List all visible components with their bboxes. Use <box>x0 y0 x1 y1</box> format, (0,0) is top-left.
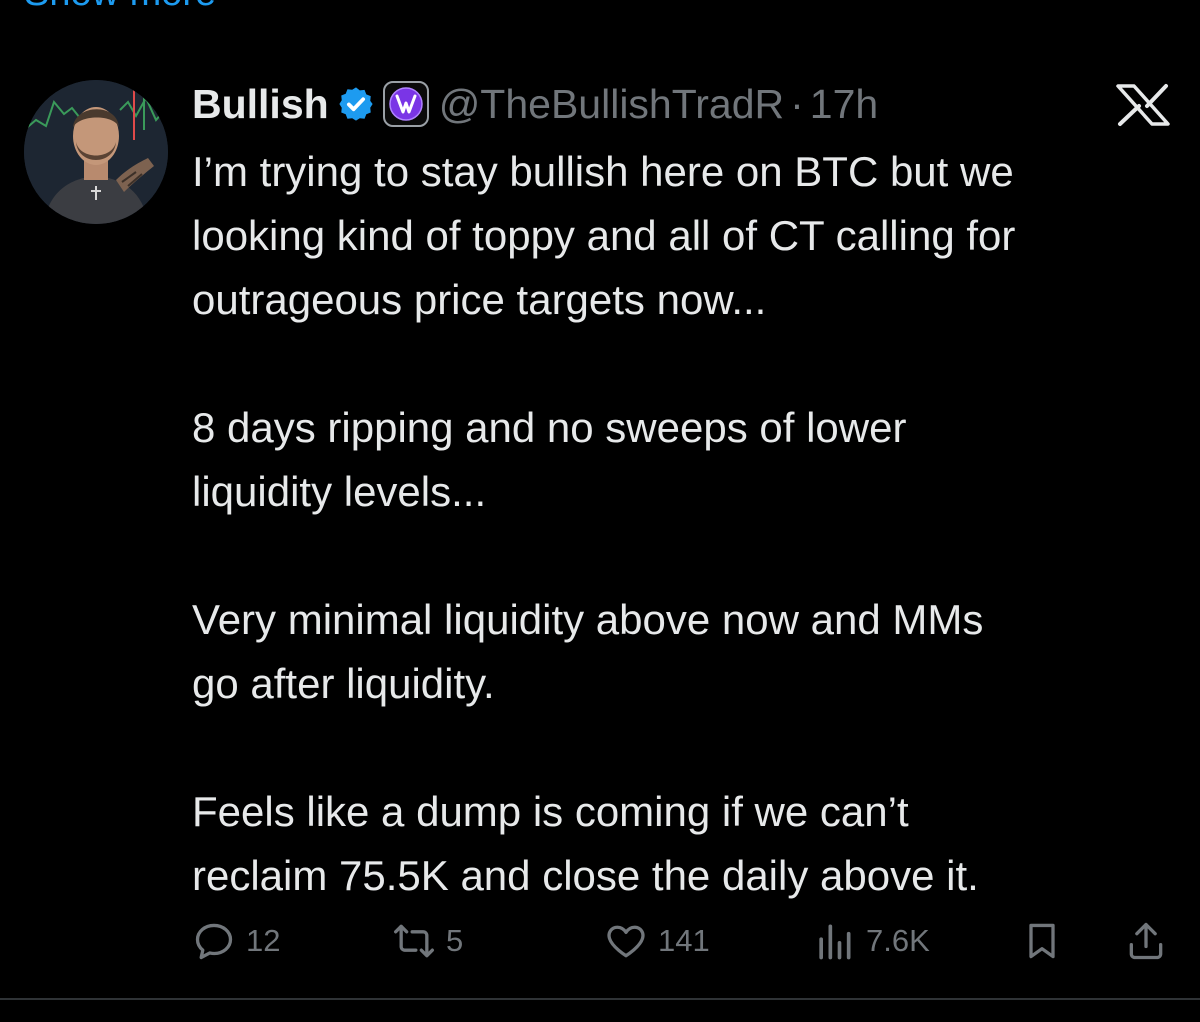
tweet-paragraph: 8 days ripping and no sweeps of lower li… <box>192 404 907 515</box>
bookmark-icon <box>1029 923 1055 959</box>
reply-icon <box>195 923 233 960</box>
tweet-paragraph: Very minimal liquidity above now and MMs… <box>192 596 984 707</box>
repost-button[interactable]: 5 <box>392 914 463 968</box>
reply-button[interactable]: 12 <box>192 914 280 968</box>
views-button[interactable]: 7.6K <box>812 914 930 968</box>
like-count: 141 <box>658 923 710 958</box>
share-button[interactable] <box>1124 914 1168 968</box>
tweet-header: Bullish @TheBullishTradR · 17h <box>192 76 878 132</box>
tweet-paragraph: I’m trying to stay bullish here on BTC b… <box>192 148 1016 323</box>
share-icon <box>1129 922 1163 960</box>
show-more-link[interactable]: Show more <box>24 0 216 12</box>
verified-badge-icon[interactable] <box>337 85 375 123</box>
views-icon <box>819 924 851 960</box>
views-count: 7.6K <box>866 923 930 958</box>
avatar[interactable] <box>24 80 168 224</box>
tweet-divider <box>0 998 1200 1000</box>
heart-icon <box>607 925 645 958</box>
tweet-text: I’m trying to stay bullish here on BTC b… <box>192 140 1182 908</box>
repost-count: 5 <box>446 923 464 958</box>
author-display-name[interactable]: Bullish <box>192 81 329 128</box>
reply-count: 12 <box>246 923 281 958</box>
bookmark-button[interactable] <box>1020 914 1064 968</box>
tweet-timestamp[interactable]: 17h <box>810 81 878 128</box>
avatar-image <box>24 80 168 224</box>
tweet-action-bar: 12 5 141 7.6K <box>192 914 1172 968</box>
meta-separator: · <box>790 80 804 127</box>
repost-icon <box>394 924 434 958</box>
tweet-paragraph: Feels like a dump is coming if we can’t … <box>192 788 979 899</box>
x-logo-icon <box>1116 84 1170 126</box>
author-handle[interactable]: @TheBullishTradR <box>439 81 784 128</box>
like-button[interactable]: 141 <box>604 914 710 968</box>
affiliate-badge-icon[interactable] <box>382 81 429 127</box>
